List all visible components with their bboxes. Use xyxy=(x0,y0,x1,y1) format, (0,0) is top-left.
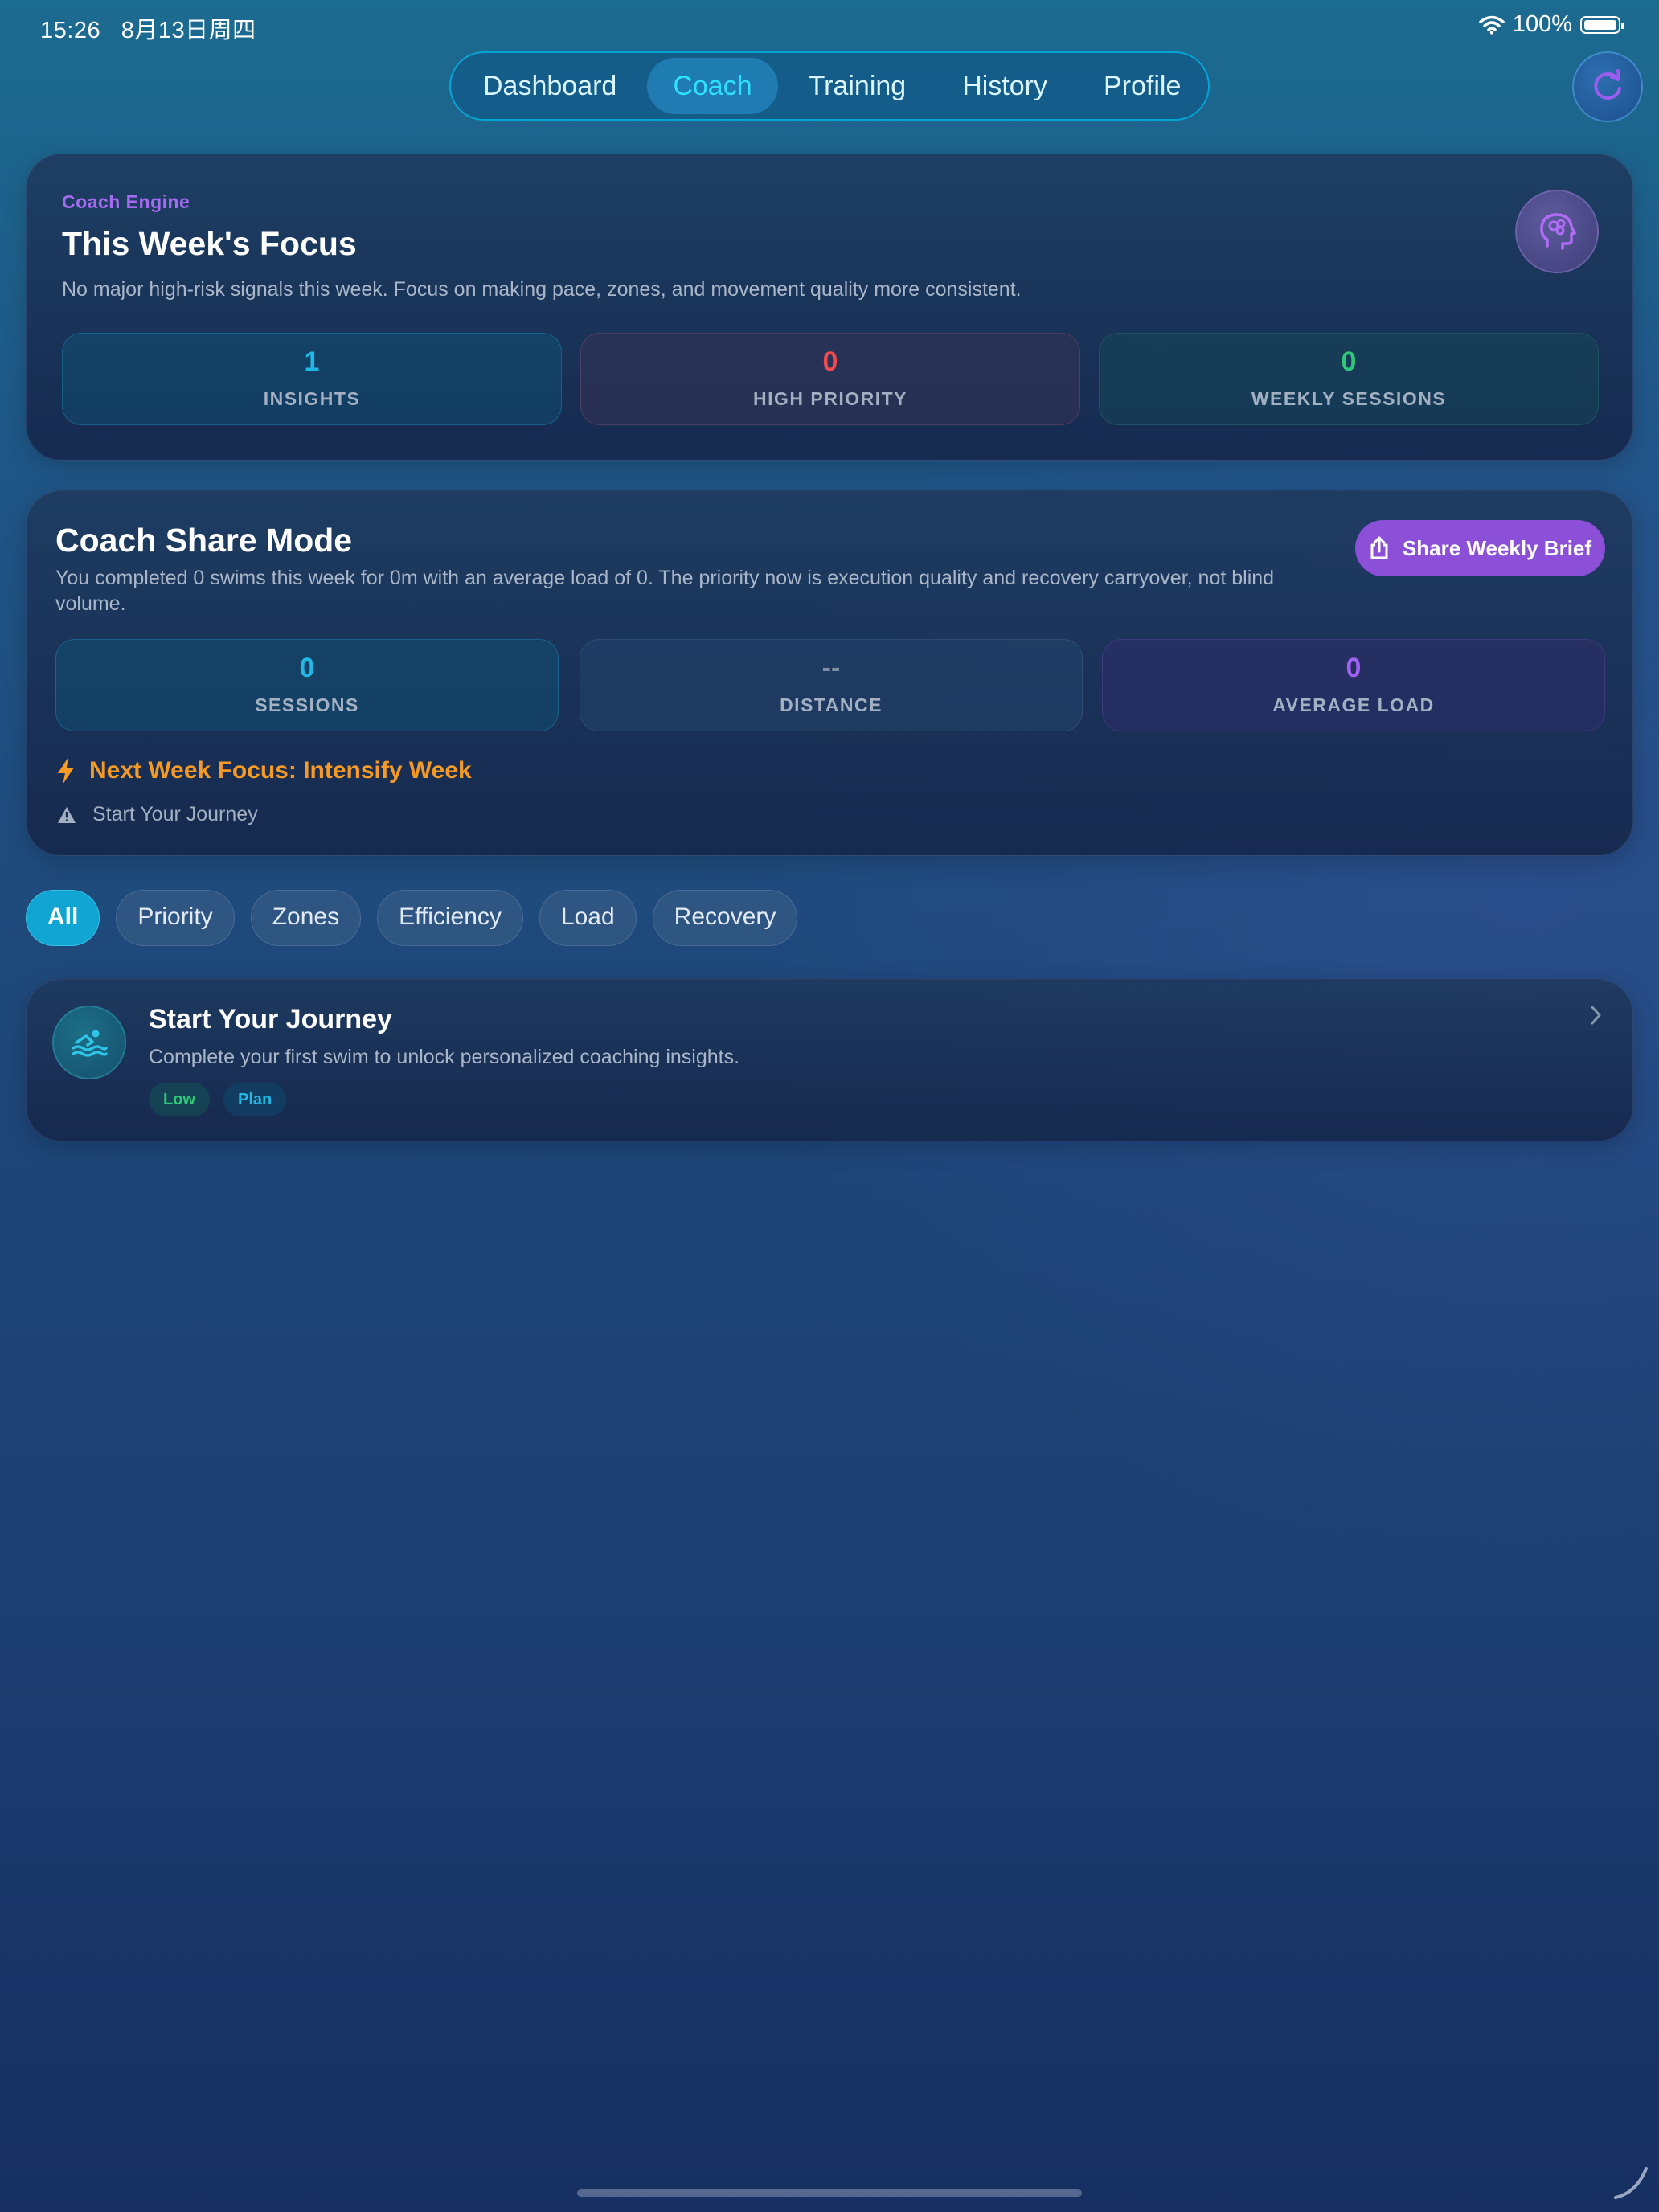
coach-share-card: Coach Share Mode You completed 0 swims t… xyxy=(26,490,1633,856)
next-week-focus: Next Week Focus: Intensify Week xyxy=(55,756,472,785)
stat-sessions-value: 0 xyxy=(299,653,315,683)
filter-zones[interactable]: Zones xyxy=(250,890,362,946)
main-tab-bar: Dashboard Coach Training History Profile xyxy=(449,51,1210,121)
stat-average-load-value: 0 xyxy=(1346,653,1362,683)
stat-high-priority-value: 0 xyxy=(822,346,838,377)
share-weekly-brief-label: Share Weekly Brief xyxy=(1402,535,1592,560)
warning-icon xyxy=(58,806,76,823)
weekly-focus-description: No major high-risk signals this week. Fo… xyxy=(62,278,1022,301)
tag-plan: Plan xyxy=(223,1083,287,1116)
stat-sessions: 0 SESSIONS xyxy=(55,639,559,731)
coach-engine-label: Coach Engine xyxy=(62,191,190,212)
share-mode-description: You completed 0 swims this week for 0m w… xyxy=(55,567,1275,615)
tab-training[interactable]: Training xyxy=(783,58,932,114)
status-date: 8月13日周四 xyxy=(121,18,256,43)
filter-priority[interactable]: Priority xyxy=(116,890,235,946)
stat-weekly-sessions-value: 0 xyxy=(1341,346,1357,377)
refresh-button[interactable] xyxy=(1572,51,1643,122)
corner-resize-icon xyxy=(1614,2167,1648,2199)
stat-distance-label: DISTANCE xyxy=(780,694,883,715)
weekly-focus-card: Coach Engine This Week's Focus No major … xyxy=(26,154,1633,461)
refresh-icon xyxy=(1594,69,1621,100)
insight-card[interactable]: Start Your Journey Complete your first s… xyxy=(26,979,1633,1141)
weekly-focus-title: This Week's Focus xyxy=(62,225,357,262)
home-indicator xyxy=(577,2189,1082,2197)
brain-badge xyxy=(1515,190,1599,273)
tab-dashboard[interactable]: Dashboard xyxy=(457,58,642,114)
stat-insights-value: 1 xyxy=(304,346,320,377)
bolt-icon xyxy=(58,757,74,784)
tab-profile[interactable]: Profile xyxy=(1078,58,1206,114)
stat-weekly-sessions-label: WEEKLY SESSIONS xyxy=(1251,388,1447,409)
stat-sessions-label: SESSIONS xyxy=(255,694,359,715)
share-weekly-brief-button[interactable]: Share Weekly Brief xyxy=(1355,520,1605,576)
insight-description: Complete your first swim to unlock perso… xyxy=(149,1046,740,1068)
share-icon xyxy=(1370,536,1388,559)
battery-percent: 100% xyxy=(1512,11,1572,37)
stat-average-load: 0 AVERAGE LOAD xyxy=(1102,639,1605,731)
stat-distance: -- DISTANCE xyxy=(580,639,1083,731)
stat-weekly-sessions: 0 WEEKLY SESSIONS xyxy=(1099,333,1599,425)
tag-low: Low xyxy=(149,1083,210,1116)
filter-efficiency[interactable]: Efficiency xyxy=(377,890,523,946)
filter-all[interactable]: All xyxy=(26,890,100,946)
status-time: 15:26 xyxy=(40,18,101,43)
chevron-right-icon xyxy=(1591,1006,1601,1025)
stat-high-priority: 0 HIGH PRIORITY xyxy=(580,333,1080,425)
status-bar-time: 15:26 8月13日周四 xyxy=(40,11,256,45)
share-mode-title: Coach Share Mode xyxy=(55,522,353,559)
swim-badge xyxy=(52,1006,126,1079)
tab-history[interactable]: History xyxy=(936,58,1073,114)
stat-insights: 1 INSIGHTS xyxy=(62,333,562,425)
stat-insights-label: INSIGHTS xyxy=(263,388,361,409)
filter-recovery[interactable]: Recovery xyxy=(652,890,798,946)
battery-icon xyxy=(1580,15,1624,34)
journey-note: Start Your Journey xyxy=(57,803,258,826)
stat-distance-value: -- xyxy=(821,653,841,683)
status-bar-indicators: 100% xyxy=(1479,11,1624,38)
wifi-icon xyxy=(1479,15,1505,35)
stat-average-load-label: AVERAGE LOAD xyxy=(1272,694,1435,715)
swimmer-icon xyxy=(72,1030,108,1057)
next-week-focus-text: Next Week Focus: Intensify Week xyxy=(89,757,472,784)
insight-title: Start Your Journey xyxy=(149,1004,392,1034)
brain-icon xyxy=(1540,213,1576,250)
journey-note-text: Start Your Journey xyxy=(92,803,258,825)
filter-load[interactable]: Load xyxy=(539,890,637,946)
stat-high-priority-label: HIGH PRIORITY xyxy=(752,388,907,409)
tab-coach[interactable]: Coach xyxy=(647,58,778,114)
insight-filter-chips: All Priority Zones Efficiency Load Recov… xyxy=(26,890,798,946)
